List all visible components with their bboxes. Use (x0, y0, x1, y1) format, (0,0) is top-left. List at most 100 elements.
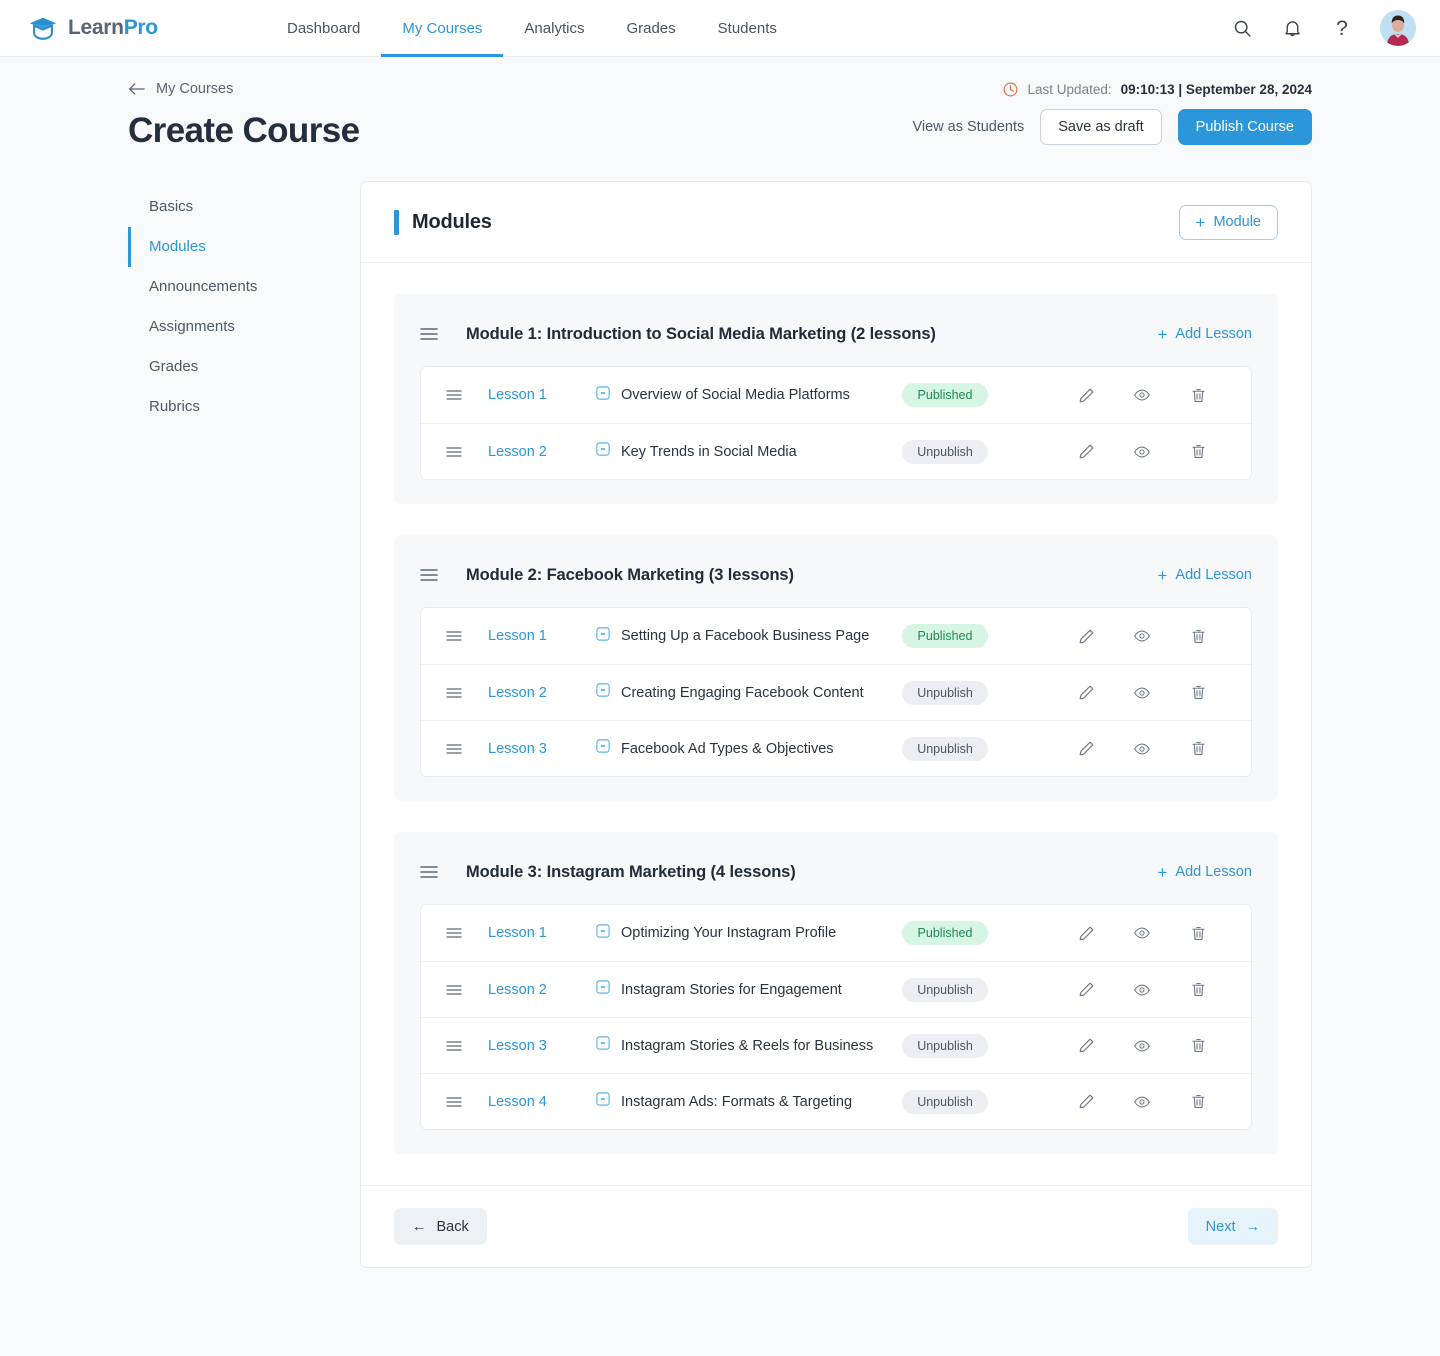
pencil-icon[interactable] (1058, 684, 1114, 701)
drag-handle-icon[interactable] (420, 327, 438, 341)
trash-icon[interactable] (1170, 740, 1226, 757)
eye-icon[interactable] (1114, 1093, 1170, 1111)
drag-handle-icon[interactable] (446, 927, 462, 939)
pencil-icon[interactable] (1058, 1093, 1114, 1110)
drag-handle-icon[interactable] (446, 1040, 462, 1052)
brand-logo[interactable]: LearnPro (28, 13, 228, 43)
trash-icon[interactable] (1170, 387, 1226, 404)
add-lesson-button[interactable]: + Add Lesson (1157, 567, 1252, 584)
lesson-title-group: Overview of Social Media Platforms (596, 385, 902, 405)
lesson-row: Lesson 2 Creating Engaging Facebook Conte… (421, 664, 1251, 720)
eye-icon[interactable] (1114, 981, 1170, 999)
breadcrumb[interactable]: My Courses (128, 81, 233, 97)
eye-icon[interactable] (1114, 443, 1170, 461)
nav-item-students[interactable]: Students (697, 0, 798, 57)
status-badge[interactable]: Unpublish (902, 439, 988, 464)
trash-icon[interactable] (1170, 684, 1226, 701)
next-button[interactable]: Next → (1187, 1208, 1278, 1245)
last-updated-value: 09:10:13 | September 28, 2024 (1120, 81, 1312, 97)
nav-item-grades[interactable]: Grades (605, 0, 696, 57)
sidebar-item-modules[interactable]: Modules (128, 227, 360, 267)
trash-icon[interactable] (1170, 1093, 1226, 1110)
breadcrumb-label: My Courses (156, 81, 234, 97)
modules-card-header: Modules + Module (361, 182, 1311, 263)
trash-icon[interactable] (1170, 925, 1226, 942)
brand-name: LearnPro (68, 16, 158, 40)
media-square-icon (596, 980, 610, 999)
back-button[interactable]: ← Back (394, 1208, 487, 1245)
status-badge[interactable]: Published (902, 624, 988, 648)
eye-icon[interactable] (1114, 924, 1170, 942)
sidebar-item-assignments[interactable]: Assignments (128, 307, 360, 347)
add-lesson-button[interactable]: + Add Lesson (1157, 864, 1252, 881)
lesson-number-link[interactable]: Lesson 2 (488, 982, 596, 998)
media-square-icon (596, 626, 610, 646)
drag-handle-icon[interactable] (420, 865, 438, 879)
pencil-icon[interactable] (1058, 443, 1114, 460)
lesson-number-link[interactable]: Lesson 3 (488, 741, 596, 757)
lesson-title: Instagram Stories & Reels for Business (621, 1037, 874, 1054)
graduation-cap-icon (29, 17, 57, 40)
drag-handle-icon[interactable] (446, 687, 462, 699)
sidebar-item-announcements[interactable]: Announcements (128, 267, 360, 307)
sidebar-item-basics[interactable]: Basics (128, 187, 360, 227)
row-actions (1058, 1037, 1226, 1055)
bell-icon[interactable] (1280, 16, 1304, 40)
pencil-icon[interactable] (1058, 740, 1114, 757)
lesson-number-link[interactable]: Lesson 3 (488, 1038, 596, 1054)
drag-handle-icon[interactable] (446, 630, 462, 642)
save-as-draft-button[interactable]: Save as draft (1040, 109, 1162, 145)
search-icon[interactable] (1230, 16, 1254, 40)
lesson-number-link[interactable]: Lesson 1 (488, 387, 596, 403)
next-label: Next (1205, 1218, 1236, 1235)
status-badge[interactable]: Unpublish (902, 1089, 988, 1114)
sidebar-item-grades[interactable]: Grades (128, 347, 360, 387)
add-lesson-button[interactable]: + Add Lesson (1157, 326, 1252, 343)
status-badge[interactable]: Unpublish (902, 977, 988, 1002)
drag-handle-icon[interactable] (446, 743, 462, 755)
pencil-icon[interactable] (1058, 981, 1114, 998)
pencil-icon[interactable] (1058, 628, 1114, 645)
lesson-number-link[interactable]: Lesson 2 (488, 685, 596, 701)
lesson-number-link[interactable]: Lesson 1 (488, 925, 596, 941)
view-as-students-link[interactable]: View as Students (912, 119, 1024, 135)
trash-icon[interactable] (1170, 1037, 1226, 1054)
trash-icon[interactable] (1170, 628, 1226, 645)
pencil-icon[interactable] (1058, 925, 1114, 942)
status-badge[interactable]: Published (902, 383, 988, 407)
lesson-number-link[interactable]: Lesson 4 (488, 1094, 596, 1110)
drag-handle-icon[interactable] (420, 568, 438, 582)
row-actions (1058, 1093, 1226, 1111)
eye-icon[interactable] (1114, 386, 1170, 404)
pencil-icon[interactable] (1058, 387, 1114, 404)
drag-handle-icon[interactable] (446, 984, 462, 996)
drag-handle-icon[interactable] (446, 446, 462, 458)
brand-name-second: Pro (123, 16, 158, 39)
back-label: Back (436, 1218, 469, 1235)
nav-item-analytics[interactable]: Analytics (503, 0, 605, 57)
status-badge[interactable]: Unpublish (902, 736, 988, 761)
media-square-icon (596, 683, 610, 702)
lesson-number-link[interactable]: Lesson 1 (488, 628, 596, 644)
publish-course-button[interactable]: Publish Course (1177, 109, 1312, 145)
add-module-button[interactable]: + Module (1178, 204, 1278, 240)
trash-icon[interactable] (1170, 443, 1226, 460)
nav-item-my-courses[interactable]: My Courses (381, 0, 504, 57)
avatar[interactable] (1380, 10, 1416, 46)
question-mark-icon[interactable]: ? (1330, 16, 1354, 40)
lesson-number-link[interactable]: Lesson 2 (488, 444, 596, 460)
course-sidebar: Basics Modules Announcements Assignments… (128, 181, 360, 1268)
eye-icon[interactable] (1114, 1037, 1170, 1055)
sidebar-item-rubrics[interactable]: Rubrics (128, 387, 360, 427)
pencil-icon[interactable] (1058, 1037, 1114, 1054)
nav-item-dashboard[interactable]: Dashboard (266, 0, 381, 57)
eye-icon[interactable] (1114, 684, 1170, 702)
status-badge[interactable]: Unpublish (902, 1033, 988, 1058)
drag-handle-icon[interactable] (446, 1096, 462, 1108)
eye-icon[interactable] (1114, 627, 1170, 645)
status-badge[interactable]: Published (902, 921, 988, 945)
trash-icon[interactable] (1170, 981, 1226, 998)
status-badge[interactable]: Unpublish (902, 680, 988, 705)
eye-icon[interactable] (1114, 740, 1170, 758)
drag-handle-icon[interactable] (446, 389, 462, 401)
